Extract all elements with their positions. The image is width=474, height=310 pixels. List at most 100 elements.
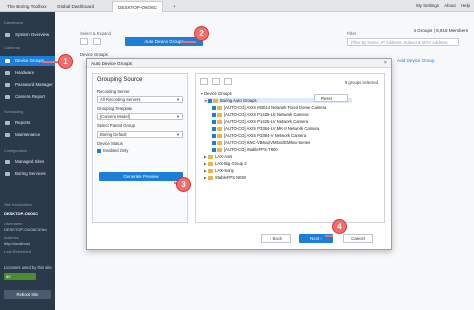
recording-server-select[interactable]: All Recording Servers ▼ (97, 96, 183, 103)
tree-row-group[interactable]: [AUTO-CO] AXIS P1435-LE Network Camera (212, 112, 308, 117)
sidebar: Dashboard System Overview Cameras Device… (0, 12, 55, 310)
cancel-button[interactable]: Cancel (343, 234, 373, 243)
next-label: Next (310, 236, 320, 241)
section-cameras: Cameras (4, 45, 20, 50)
parent-group-label: Select Parent Group (97, 123, 135, 128)
tree-label: LAX-Axis (215, 154, 233, 159)
checkbox-checked-icon[interactable] (212, 126, 216, 131)
checkbox-checked-icon[interactable] (212, 147, 216, 152)
sidebar-item-label: Camera Report (15, 94, 46, 99)
checkbox-checked-icon[interactable] (212, 133, 216, 138)
select-all-icon[interactable] (200, 78, 208, 85)
top-right-links: My Settings About Help (412, 0, 470, 12)
my-settings-link[interactable]: My Settings (416, 3, 439, 8)
checkbox-checked-icon[interactable] (212, 105, 216, 110)
tree-root[interactable]: Device Groups (80, 52, 108, 57)
folder-icon (217, 148, 222, 152)
tree-row-group[interactable]: [AUTO-CO] AXIS M3014 Network Fixed Dome … (212, 105, 326, 110)
sidebar-item-camera-report[interactable]: Camera Report (0, 92, 55, 102)
enabled-only-checkbox[interactable]: Enabled Only (97, 148, 128, 153)
select-all-icon[interactable] (80, 38, 88, 45)
reset-button[interactable]: Reset (314, 94, 348, 102)
folder-icon (217, 120, 222, 124)
filter-label: Filter (347, 31, 357, 36)
marker-line (182, 41, 196, 43)
tree-row-group[interactable]: [AUTO-CO] StableFPS-T600 (212, 147, 278, 152)
chevron-down-icon: ▼ (176, 114, 180, 119)
generate-preview-button[interactable]: Generate Preview (99, 172, 183, 181)
expand-icon[interactable] (93, 38, 101, 45)
help-link[interactable]: Help (461, 3, 470, 8)
sidebar-item-reports[interactable]: Reports (0, 118, 55, 128)
folder-add-icon[interactable] (224, 78, 232, 85)
back-button[interactable]: ‹ Back (261, 234, 291, 243)
grouping-template-select[interactable]: [Camera Model] ▼ (97, 113, 183, 120)
parent-group-select[interactable]: Boring Default ▼ (97, 131, 183, 138)
grouping-source-heading: Grouping Source (97, 77, 143, 83)
grouping-template-value: [Camera Model] (100, 114, 130, 119)
folder-icon (217, 134, 222, 138)
tree-row-group[interactable]: [AUTO-CO] AXIS P3384-V Network Camera (212, 133, 306, 138)
tree-row-group[interactable]: ▶ LAX-Sony (204, 168, 234, 173)
expand-icon[interactable] (212, 78, 220, 85)
sidebar-item-hardware[interactable]: Hardware (0, 68, 55, 78)
checkbox-checked-icon[interactable] (212, 112, 216, 117)
tree-label: [AUTO-CO] SNC-VB6xx/VM6xx/EM6xx-Series (224, 140, 311, 145)
tab-global-dashboard[interactable]: Global Dashboard (52, 1, 99, 12)
grid-icon (5, 71, 10, 75)
checkbox-checked-icon[interactable] (208, 98, 212, 103)
tree-label: [AUTO-CO] AXIS P3384-V Network Camera (224, 133, 307, 138)
sidebar-item-boring-services[interactable]: Boring Services (0, 169, 55, 179)
sidebar-item-label: Hardware (15, 70, 35, 75)
last-refreshed-label: Last Refreshed (4, 249, 32, 254)
select-expand-label: Select & Expand (80, 31, 111, 36)
step-marker-3: 3 (176, 177, 191, 192)
folder-icon (217, 127, 222, 131)
preview-panel: 8 groups selected ▼Device Groups ▼ Boring… (195, 73, 385, 223)
tree-row-group[interactable]: [AUTO-CO] AXIS P3364-LV MK-II Network Ca… (212, 126, 319, 131)
checkbox-checked-icon[interactable] (212, 119, 216, 124)
tree-row-group[interactable]: ▶ StableFPS NEW (204, 175, 246, 180)
tree-row-group[interactable]: ▶ LAX-Big Group 2 (204, 161, 247, 166)
tree-row-group[interactable]: [AUTO-CO] SNC-VB6xx/VM6xx/EM6xx-Series (212, 140, 310, 145)
recording-server-value: All Recording Servers (100, 97, 141, 102)
tree-row-group[interactable]: [AUTO-CO] AXIS P1425-LV Network Camera (212, 119, 308, 124)
sites-icon (5, 160, 10, 164)
back-label: Back (272, 236, 283, 241)
sidebar-item-system-overview[interactable]: System Overview (0, 30, 55, 40)
username-value: DESKTOP-O6O6C\Elev (4, 227, 47, 232)
tree-row-device-groups[interactable]: ▼Device Groups (200, 91, 232, 96)
grouping-template-label: Grouping Template (97, 106, 133, 111)
tree-row-group[interactable]: ▶ LAX-Axis (204, 154, 232, 159)
reboot-site-button[interactable]: Reboot Site (4, 290, 51, 299)
chevron-down-icon: ▼ (176, 132, 180, 137)
browser-tab-bar: The Boring Toolbox Global Dashboard DESK… (0, 0, 474, 12)
tab-desktop-site[interactable]: DESKTOP-O6O6C (112, 1, 163, 12)
checkbox-checked-icon[interactable] (97, 148, 101, 153)
services-icon (5, 172, 10, 176)
folder-icon (208, 162, 213, 166)
new-tab-button[interactable]: + (168, 1, 181, 12)
dialog-title: Auto Device Groups (87, 59, 391, 68)
sidebar-item-password-manager[interactable]: Password Manager (0, 80, 55, 90)
folder-icon (208, 176, 213, 180)
about-link[interactable]: About (444, 3, 455, 8)
chevron-down-icon: ▼ (176, 97, 180, 102)
tree-label: [AUTO-CO] AXIS P1435-LE Network Camera (224, 112, 309, 117)
sidebar-item-maintenance[interactable]: Maintenance (0, 130, 55, 140)
licenses-label: Licenses used by this site (4, 265, 52, 270)
close-icon[interactable]: × (384, 59, 387, 68)
tree-label: [AUTO-CO] AXIS M3014 Network Fixed Dome … (224, 105, 327, 110)
checkbox-checked-icon[interactable] (212, 140, 216, 145)
key-icon (5, 83, 10, 87)
tab-boring-toolbox[interactable]: The Boring Toolbox (2, 1, 52, 12)
device-status-label: Device Status (97, 141, 123, 146)
wrench-icon (5, 133, 10, 137)
report-icon (5, 95, 10, 99)
sidebar-item-label: Password Manager (15, 82, 53, 87)
sidebar-item-managed-sites[interactable]: Managed Sites (0, 157, 55, 167)
step-marker-2: 2 (194, 26, 209, 41)
filter-input[interactable]: Filter By Name, IP Address, Subnet & MAC… (347, 38, 459, 46)
reports-icon (5, 121, 10, 125)
add-device-group-link[interactable]: Add Device Group (397, 58, 435, 63)
